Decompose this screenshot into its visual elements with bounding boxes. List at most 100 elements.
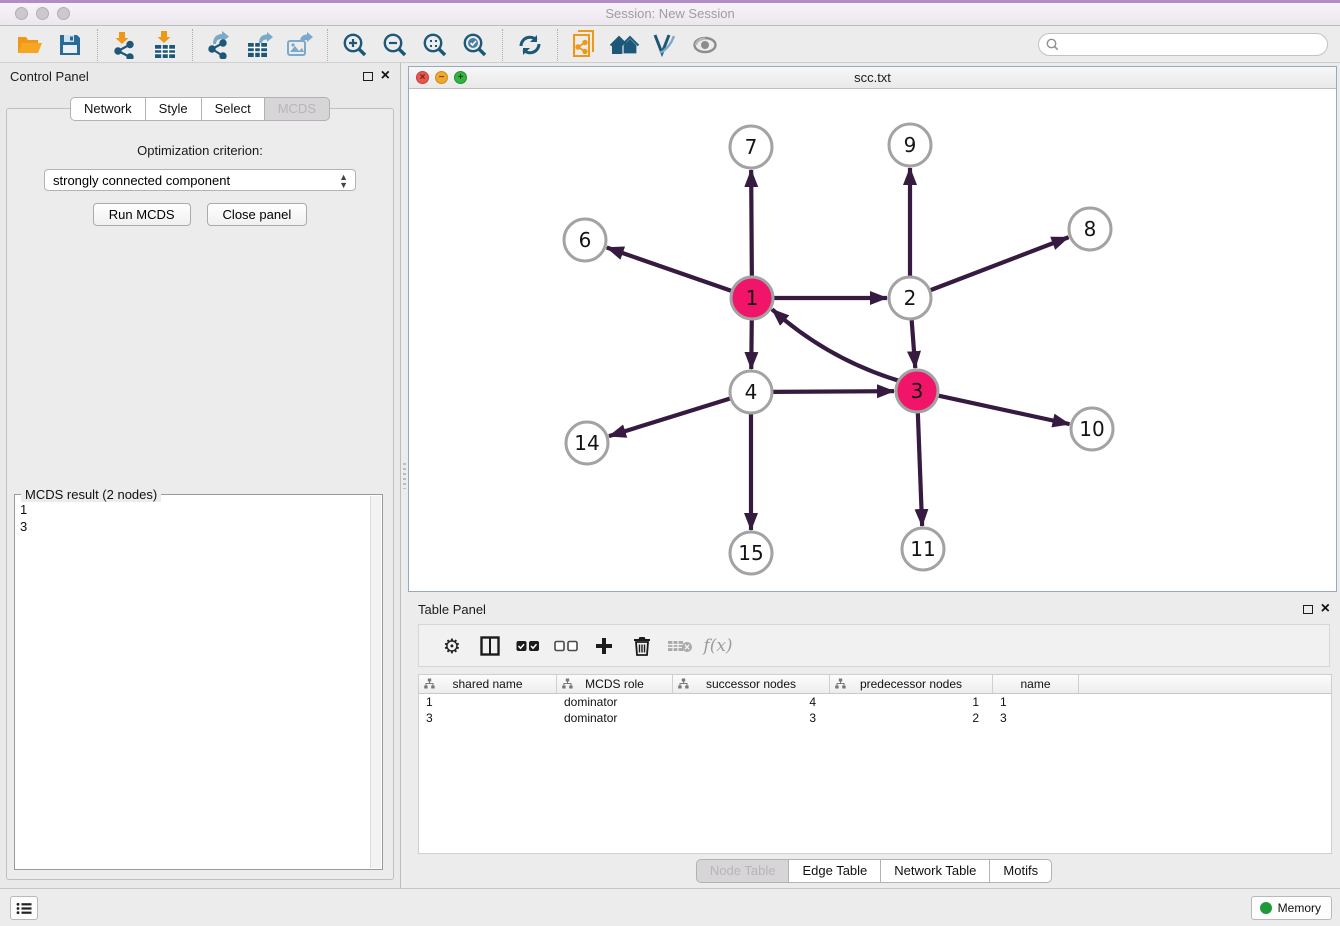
network-window-titlebar[interactable]: × − + scc.txt [409, 67, 1336, 89]
cell-MCDS-role[interactable]: dominator [557, 694, 673, 710]
tab-motifs[interactable]: Motifs [989, 859, 1052, 883]
cell-successor-nodes[interactable]: 3 [673, 710, 830, 726]
column-header-predecessor-nodes[interactable]: predecessor nodes [830, 675, 993, 693]
mcds-result-item[interactable]: 3 [20, 518, 369, 535]
cell-MCDS-role[interactable]: dominator [557, 710, 673, 726]
edge-2-8[interactable] [930, 237, 1069, 290]
float-panel-icon[interactable] [363, 72, 373, 81]
zoom-selected-icon[interactable] [455, 29, 495, 61]
close-table-panel-icon[interactable]: × [1321, 602, 1330, 616]
cell-successor-nodes[interactable]: 4 [673, 694, 830, 710]
criterion-dropdown[interactable]: strongly connected component ▲▼ [44, 169, 356, 191]
hide-panel-eye-icon[interactable] [685, 29, 725, 61]
cell-predecessor-nodes[interactable]: 2 [830, 710, 993, 726]
edge-3-10[interactable] [938, 395, 1070, 424]
export-image-icon[interactable] [280, 29, 320, 61]
export-table-icon[interactable] [240, 29, 280, 61]
cell-name[interactable]: 1 [993, 694, 1079, 710]
zoom-out-icon[interactable] [375, 29, 415, 61]
column-label: predecessor nodes [860, 677, 962, 691]
result-scrollbar[interactable] [370, 496, 381, 868]
graph-node-2[interactable]: 2 [889, 277, 931, 319]
network-minimize-icon[interactable]: − [435, 71, 448, 84]
show-column-icon[interactable] [471, 631, 509, 661]
network-file-icon[interactable] [565, 29, 605, 61]
tab-select[interactable]: Select [201, 97, 265, 121]
select-all-checkbox-icon[interactable] [509, 631, 547, 661]
edge-4-14[interactable] [609, 398, 731, 436]
float-table-panel-icon[interactable] [1303, 605, 1313, 614]
cell-shared-name[interactable]: 1 [419, 694, 557, 710]
close-panel-button[interactable]: Close panel [207, 203, 308, 226]
graph-node-1[interactable]: 1 [731, 277, 773, 319]
memory-button[interactable]: Memory [1251, 896, 1332, 920]
tab-mcds[interactable]: MCDS [264, 97, 330, 121]
graph-node-3[interactable]: 3 [896, 370, 938, 412]
home-layout-icon[interactable] [605, 29, 645, 61]
close-panel-icon[interactable]: × [381, 69, 390, 83]
graph-node-8[interactable]: 8 [1069, 208, 1111, 250]
node-label: 7 [745, 135, 758, 159]
node-label: 2 [904, 286, 917, 310]
network-maximize-icon[interactable]: + [454, 71, 467, 84]
add-row-icon[interactable] [585, 631, 623, 661]
table-row[interactable]: 1dominator411 [419, 694, 1331, 710]
graph-canvas[interactable]: 1 2 3 4 6 7 8 9 10 11 14 15 [409, 89, 1336, 591]
task-history-button[interactable] [10, 896, 38, 920]
vizmapper-icon[interactable] [645, 29, 685, 61]
zoom-fit-icon[interactable] [415, 29, 455, 61]
search-input[interactable] [1064, 38, 1320, 52]
deselect-all-checkbox-icon[interactable] [547, 631, 585, 661]
mcds-result-item[interactable]: 1 [20, 501, 369, 518]
network-close-icon[interactable]: × [416, 71, 429, 84]
graph-node-9[interactable]: 9 [889, 124, 931, 166]
import-table-icon[interactable] [145, 29, 185, 61]
import-network-icon[interactable] [105, 29, 145, 61]
tab-edge-table[interactable]: Edge Table [788, 859, 881, 883]
delete-table-icon[interactable] [661, 631, 699, 661]
function-builder-icon[interactable]: f(x) [699, 631, 737, 661]
table-panel-title: Table Panel [418, 602, 486, 617]
toolbar-separator [502, 29, 503, 61]
toolbar-search-field[interactable] [1038, 33, 1328, 56]
edge-1-4[interactable] [751, 319, 752, 369]
edge-3-1[interactable] [772, 309, 899, 380]
edge-3-11[interactable] [918, 412, 922, 526]
run-mcds-button[interactable]: Run MCDS [93, 203, 191, 226]
graph-node-4[interactable]: 4 [730, 371, 772, 413]
column-header-MCDS-role[interactable]: MCDS role [557, 675, 673, 693]
tab-network[interactable]: Network [70, 97, 146, 121]
graph-node-7[interactable]: 7 [730, 126, 772, 168]
delete-row-trash-icon[interactable] [623, 631, 661, 661]
column-header-shared-name[interactable]: shared name [419, 675, 557, 693]
table-row[interactable]: 3dominator323 [419, 710, 1331, 726]
graph-node-15[interactable]: 15 [730, 532, 772, 574]
export-network-icon[interactable] [200, 29, 240, 61]
tab-node-table[interactable]: Node Table [696, 859, 790, 883]
tab-style[interactable]: Style [145, 97, 202, 121]
cell-shared-name[interactable]: 3 [419, 710, 557, 726]
open-folder-icon[interactable] [10, 29, 50, 61]
column-header-successor-nodes[interactable]: successor nodes [673, 675, 830, 693]
refresh-layout-icon[interactable] [510, 29, 550, 61]
edge-1-7[interactable] [751, 170, 752, 277]
graph-node-11[interactable]: 11 [902, 528, 944, 570]
edge-1-6[interactable] [607, 248, 732, 292]
tab-network-table[interactable]: Network Table [880, 859, 990, 883]
save-icon[interactable] [50, 29, 90, 61]
settings-gear-icon[interactable]: ⚙ [433, 631, 471, 661]
edge-4-3[interactable] [772, 391, 894, 392]
memory-status-icon [1260, 902, 1272, 914]
mcds-result-list[interactable]: 13 [20, 498, 369, 868]
graph-node-14[interactable]: 14 [566, 422, 608, 464]
column-header-name[interactable]: name [993, 675, 1079, 693]
cell-predecessor-nodes[interactable]: 1 [830, 694, 993, 710]
cell-name[interactable]: 3 [993, 710, 1079, 726]
node-table-body: 1dominator4113dominator323 [419, 694, 1331, 726]
graph-node-6[interactable]: 6 [564, 219, 606, 261]
zoom-in-icon[interactable] [335, 29, 375, 61]
graph-node-10[interactable]: 10 [1071, 408, 1113, 450]
panel-splitter[interactable] [401, 63, 408, 888]
edge-2-3[interactable] [912, 319, 916, 368]
control-panel-tabs: NetworkStyleSelectMCDS [0, 97, 400, 121]
